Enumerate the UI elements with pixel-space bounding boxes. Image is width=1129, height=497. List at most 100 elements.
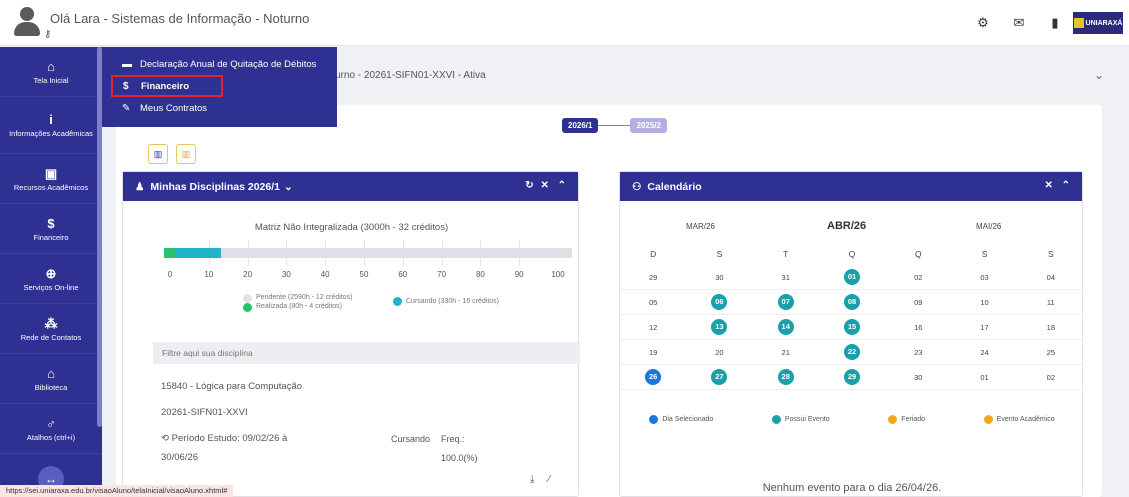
globe-icon: ⊕ [45,265,57,281]
calendar-day[interactable]: 30 [686,273,752,282]
contract-icon: ✎ [122,102,131,114]
calendar-day[interactable]: 16 [885,323,951,332]
calendar-day[interactable]: 01 [951,373,1017,382]
calendar-day[interactable]: 17 [951,323,1017,332]
weekday-header: S [981,249,988,259]
sidebar-item-servicos-online[interactable]: ⊕ Serviços On-line [0,254,102,304]
financeiro-dropdown-menu: ▬ Declaração Anual de Quitação de Débito… [102,47,337,127]
calendar-day[interactable]: 14 [753,319,819,335]
menu-item-meus-contratos[interactable]: ✎ Meus Contratos [102,97,337,119]
panel-controls[interactable]: ✕ ⌃ [1044,180,1070,191]
calendar-day[interactable]: 09 [885,298,951,307]
calendar-day[interactable]: 03 [951,273,1017,282]
disciplines-panel-header: ♟ Minhas Disciplinas 2026/1 ⌄ ↻ ✕ ⌃ [123,172,578,201]
calendar-day[interactable]: 02 [885,273,951,282]
calendar-day[interactable]: 19 [620,348,686,357]
info-icon: i [49,112,53,127]
key-icon[interactable]: ⚷ [44,29,51,40]
calendar-day[interactable]: 29 [620,273,686,282]
settings-icon[interactable]: ⚙ [965,15,1001,31]
discipline-filter-input[interactable]: Filtre aqui sua disciplina [153,342,580,364]
avatar[interactable]: ⚷ [14,7,51,40]
calendar-day[interactable]: 27 [686,369,752,385]
collapse-icon[interactable]: ✕ [540,180,548,191]
refresh-icon[interactable]: ↻ [525,180,533,191]
calendar-day[interactable]: 06 [686,294,752,310]
people-icon: ⚇ [632,180,642,193]
chevron-down-icon[interactable]: ⌄ [284,181,293,193]
panel-controls[interactable]: ↻ ✕ ⌃ [525,180,566,191]
discipline-name[interactable]: 15840 - Lógica para Computação [161,381,302,392]
calendar-day[interactable]: 08 [819,294,885,310]
chart-alt-view-icon[interactable]: ▥ [176,144,196,164]
chart-view-icon[interactable]: ▥ [148,144,168,164]
chevron-up-icon[interactable]: ⌃ [1062,180,1070,191]
calendar-day[interactable]: 29 [819,369,885,385]
progress-bar [164,248,572,258]
calendar-day[interactable]: 24 [951,348,1017,357]
calendar-day[interactable]: 31 [753,273,819,282]
weekday-header: Q [848,249,856,259]
main-card: 2026/1 2025/2 ▥ ▥ ♟ Minhas Disciplinas 2… [116,105,1102,497]
calendar-day[interactable]: 30 [885,373,951,382]
sidebar-item-atalhos[interactable]: ♂ Atalhos (ctrl+i) [0,404,102,454]
calendar-panel-header: ⚇ Calendário ✕ ⌃ [620,172,1082,201]
book-icon: ▣ [44,165,58,181]
discipline-status: Cursando [391,434,431,444]
sidebar-item-tela-inicial[interactable]: ⌂ Tela Inicial [0,47,102,97]
sidebar-item-informacoes-academicas[interactable]: i Informações Acadêmicas [0,97,102,154]
disciplines-panel: ♟ Minhas Disciplinas 2026/1 ⌄ ↻ ✕ ⌃ Matr… [122,171,580,497]
axis-tick: 80 [475,270,485,279]
sidebar-item-rede-de-contatos[interactable]: ⁂ Rede de Contatos [0,304,102,354]
dollar-icon: $ [47,215,55,231]
calendar-day[interactable]: 10 [951,298,1017,307]
period-current[interactable]: 2026/1 [562,118,599,133]
calendar-day[interactable]: 25 [1018,348,1084,357]
discipline-period-end: 30/06/26 [161,452,198,463]
calendar-day[interactable]: 02 [1018,373,1084,382]
sidebar-item-recursos-academicos[interactable]: ▣ Recursos Acadêmicos [0,154,102,204]
discipline-code: 20261-SIFN01-XXVI [161,407,248,418]
period-previous[interactable]: 2025/2 [630,118,667,133]
calendar-day[interactable]: 11 [1018,298,1084,307]
calendar-day[interactable]: 22 [819,344,885,360]
collapse-icon[interactable]: ✕ [1044,180,1052,191]
period-timeline: 2026/1 2025/2 [562,118,667,133]
calendar-day[interactable]: 18 [1018,323,1084,332]
menu-item-declaracao-anual[interactable]: ▬ Declaração Anual de Quitação de Débito… [102,53,337,75]
menu-item-financeiro[interactable]: $ Financeiro [111,75,223,97]
chevron-down-icon[interactable]: ⌄ [1094,68,1104,82]
calendar-grid: D S T Q Q S S 29 30 31 01 02 03 04 05 06 07 08 09 10 11 12 13 1… [620,243,1084,390]
weekday-header: D [650,249,657,259]
card-icon: ▬ [122,58,132,70]
prev-month-button[interactable]: MAR/26 [686,222,715,231]
mail-icon[interactable]: ✉ [1001,15,1037,31]
calendar-day[interactable]: 01 [819,269,885,285]
calendar-day[interactable]: 26 [620,369,686,385]
sidebar-item-financeiro[interactable]: $ Financeiro [0,204,102,254]
calendar-day[interactable]: 07 [753,294,819,310]
axis-tick: 20 [243,270,253,279]
calendar-day[interactable]: 04 [1018,273,1084,282]
next-month-button[interactable]: MAI/26 [976,222,1001,231]
axis-tick: 10 [204,270,214,279]
calendar-day[interactable]: 28 [753,369,819,385]
legend-cursando: Cursando (330h - 16 créditos) [393,297,499,306]
calendar-day[interactable]: 21 [753,348,819,357]
download-icon[interactable]: ⤓ [530,474,534,485]
logout-icon[interactable]: ▮ [1037,15,1073,31]
current-month: ABR/26 [827,220,867,232]
chevron-up-icon[interactable]: ⌃ [558,180,566,191]
sidebar-item-biblioteca[interactable]: ⌂ Biblioteca [0,354,102,404]
hand-money-icon: $ [123,80,129,92]
progress-realizada [164,248,177,258]
calendar-day[interactable]: 13 [686,319,752,335]
link-icon[interactable]: ⁄ [548,474,550,485]
weekday-header: S [1047,249,1054,259]
calendar-day[interactable]: 20 [686,348,752,357]
discipline-freq-value: 100.0(%) [441,453,478,463]
calendar-day[interactable]: 12 [620,323,686,332]
calendar-day[interactable]: 05 [620,298,686,307]
calendar-day[interactable]: 23 [885,348,951,357]
calendar-day[interactable]: 15 [819,319,885,335]
